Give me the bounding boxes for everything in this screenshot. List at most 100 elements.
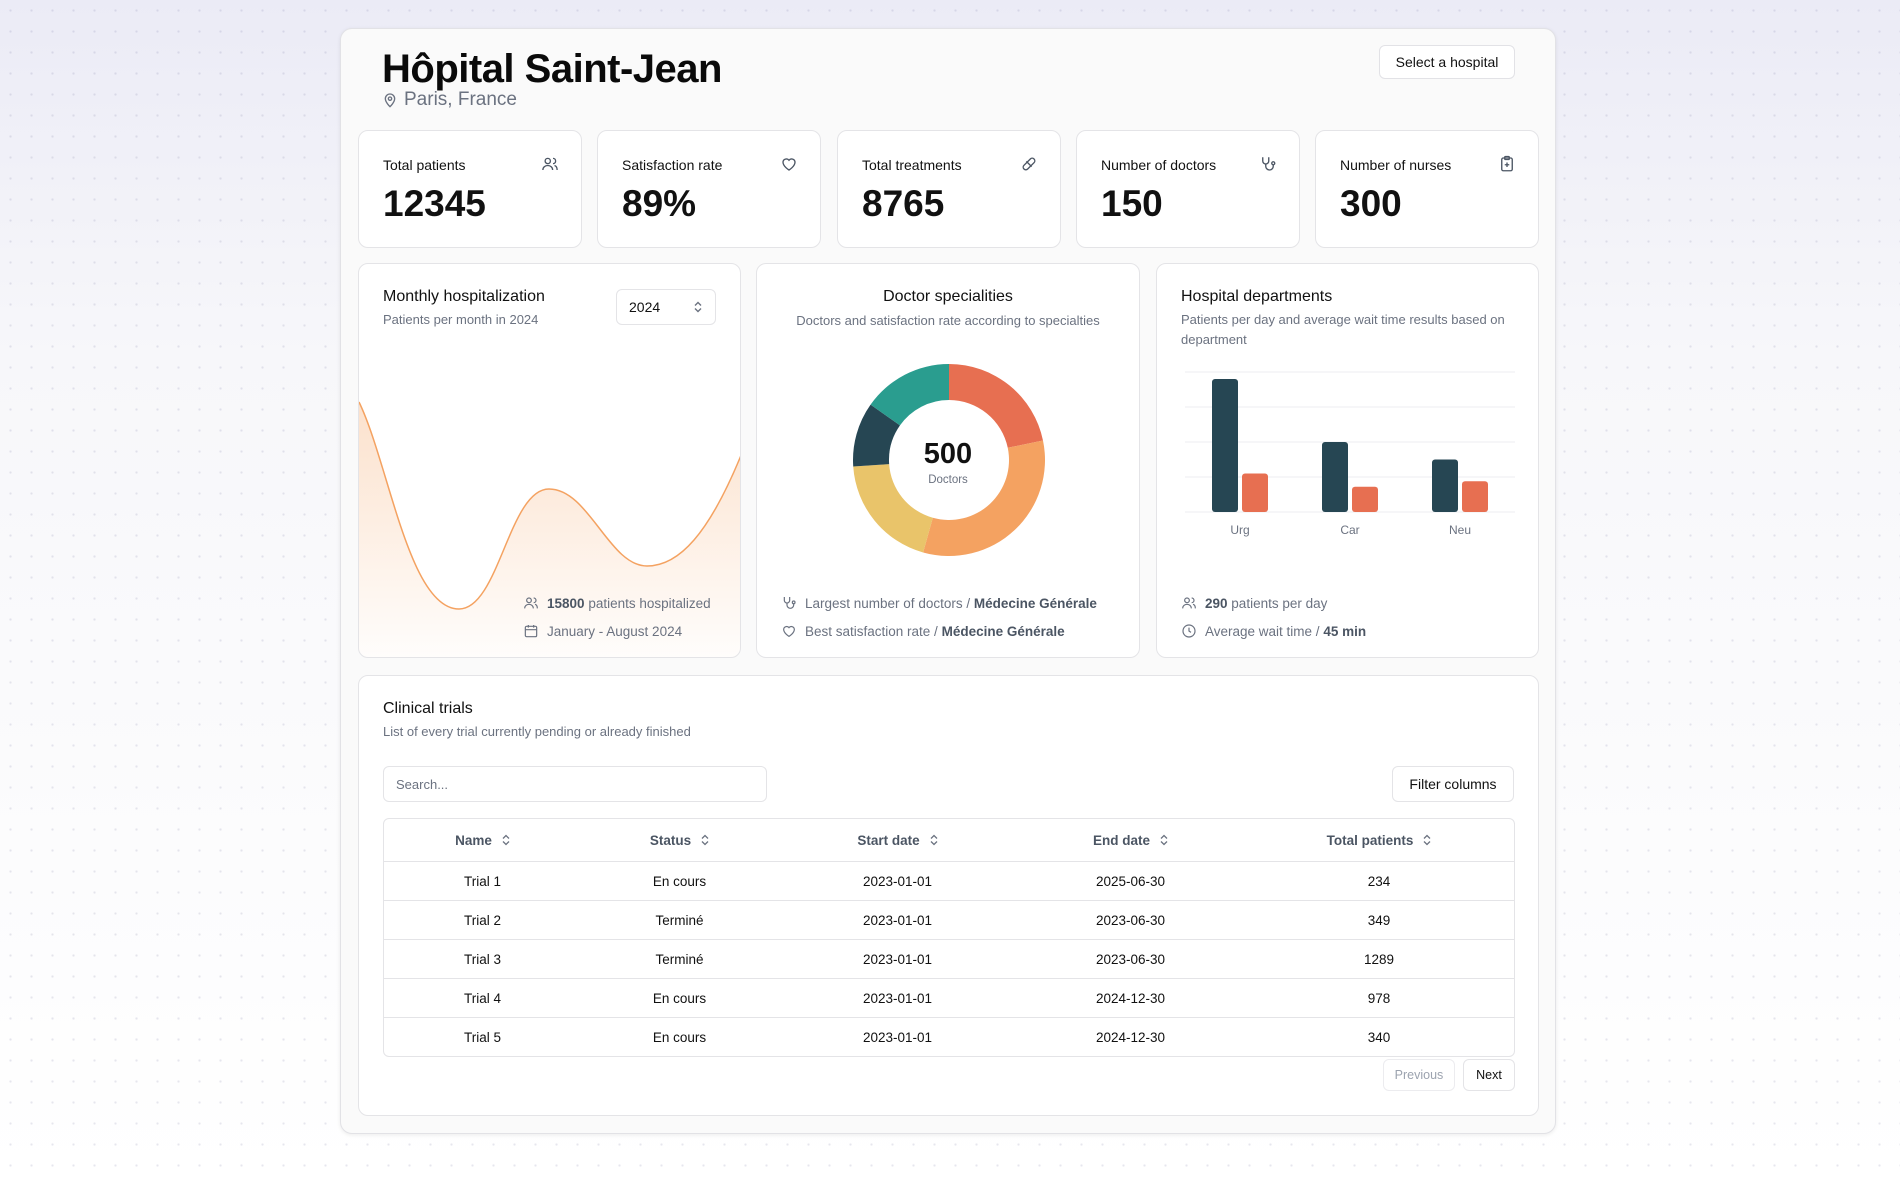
stethoscope-icon <box>783 597 796 609</box>
cell-name: Trial 3 <box>384 940 581 979</box>
cell-name: Trial 5 <box>463 1029 501 1045</box>
next-button[interactable]: Next <box>1463 1059 1515 1091</box>
sort-icon <box>701 834 709 846</box>
column-header-label: End date <box>1092 832 1150 848</box>
donut-slice[interactable] <box>949 364 1043 448</box>
stat-label: Satisfaction rate <box>622 157 723 173</box>
card-title: Hospital departments <box>1181 288 1333 305</box>
sort-icon <box>502 834 510 846</box>
pill-icon <box>1022 157 1036 171</box>
largest-value: Médecine Générale <box>973 595 1097 611</box>
card-title: Clinical trials <box>383 700 473 717</box>
cell-status: En cours <box>581 862 778 901</box>
select-hospital-button[interactable]: Select a hospital <box>1379 45 1515 79</box>
cell-end-date: 2024-12-30 <box>1095 1029 1166 1045</box>
bar[interactable] <box>1242 473 1268 513</box>
stat-label: Total treatments <box>862 157 962 173</box>
best-label: Best satisfaction rate / <box>805 623 938 639</box>
location-text: Paris, France <box>404 89 517 110</box>
cell-total-patients: 340 <box>1367 1029 1391 1045</box>
clock-icon <box>1182 624 1196 638</box>
stat-label: Number of doctors <box>1101 157 1217 173</box>
hospitalization-card: Monthly hospitalization Patients per mon… <box>358 263 741 658</box>
cell-total-patients: 234 <box>1244 862 1514 901</box>
table-row[interactable]: Trial 5 En cours 2023-01-01 2024-12-30 3… <box>384 1018 1514 1056</box>
donut-center-label: Doctors <box>928 474 968 486</box>
hospitalized-summary: 15800 patients hospitalized <box>523 595 711 611</box>
patients-per-day-summary: 290 patients per day <box>1181 595 1327 611</box>
clinical-trials-card: Clinical trials List of every trial curr… <box>358 675 1539 1116</box>
cell-end-date: 2024-12-30 <box>1017 979 1244 1018</box>
stat-value: 150 <box>1101 183 1163 224</box>
heart-icon <box>782 158 796 171</box>
clipboard-icon <box>1501 155 1513 172</box>
cell-start-date: 2023-01-01 <box>778 862 1017 901</box>
sort-icon <box>930 834 938 846</box>
wait-value: 45 min <box>1323 623 1367 639</box>
stat-label: Number of nurses <box>1340 157 1452 173</box>
cell-total-patients: 978 <box>1244 979 1514 1018</box>
largest-label: Largest number of doctors / <box>805 595 971 611</box>
x-tick-label: Car <box>1340 523 1359 537</box>
table-row[interactable]: Trial 2 Terminé 2023-01-01 2023-06-30 34… <box>384 901 1514 940</box>
table-row[interactable]: Trial 3 Terminé 2023-01-01 2023-06-30 12… <box>384 940 1514 979</box>
cell-end-date: 2025-06-30 <box>1017 862 1244 901</box>
card-subtitle: List of every trial currently pending or… <box>383 724 691 739</box>
column-header-status[interactable]: Status <box>581 819 778 862</box>
heart-icon <box>783 625 795 638</box>
departments-card: Hospital departments Patients per day an… <box>1156 263 1539 658</box>
dashboard-container: Hôpital Saint-Jean Paris, France Select … <box>340 28 1556 1134</box>
card-title: Doctor specialities <box>883 288 1013 305</box>
wait-label: Average wait time / <box>1205 623 1320 639</box>
users-icon <box>524 597 538 609</box>
patients-per-day-count: 290 <box>1205 595 1228 611</box>
cell-status: Terminé <box>581 901 778 940</box>
column-header-end-date[interactable]: End date <box>1017 819 1244 862</box>
hospitalized-label: patients hospitalized <box>588 595 711 611</box>
column-header-name[interactable]: Name <box>384 819 581 862</box>
wait-time-summary: Average wait time / 45 min <box>1181 623 1366 639</box>
calendar-icon <box>524 625 538 638</box>
stethoscope-icon <box>1262 157 1276 171</box>
sort-icon <box>1160 834 1168 846</box>
bar[interactable] <box>1322 442 1348 512</box>
stat-card-satisfaction: Satisfaction rate 89% <box>597 130 821 248</box>
donut-center-value: 500 <box>923 438 973 470</box>
departments-bar-chart: Urg Car Neu <box>1185 371 1515 537</box>
cell-start-date: 2023-01-01 <box>778 901 1017 940</box>
stat-value: 12345 <box>383 183 486 224</box>
cell-end-date: 2023-06-30 <box>1017 901 1244 940</box>
table-header-row: Name Status Start date End date Total pa… <box>384 819 1514 862</box>
best-satisfaction-summary: Best satisfaction rate / Médecine Généra… <box>781 623 1065 639</box>
stat-value: 89% <box>622 183 697 224</box>
column-header-total-patients[interactable]: Total patients <box>1244 819 1514 862</box>
stat-value: 300 <box>1340 183 1402 224</box>
cell-start-date: 2023-01-01 <box>778 979 1017 1018</box>
column-header-label: Start date <box>857 832 920 848</box>
largest-doctors-summary: Largest number of doctors / Médecine Gén… <box>781 595 1097 611</box>
cell-status: En cours <box>652 1029 707 1045</box>
table-row[interactable]: Trial 4 En cours 2023-01-01 2024-12-30 9… <box>384 979 1514 1018</box>
cell-start-date: 2023-01-01 <box>862 1029 933 1045</box>
previous-button[interactable]: Previous <box>1383 1059 1455 1091</box>
page-title: Hôpital Saint-Jean <box>382 47 722 91</box>
cell-name: Trial 1 <box>384 862 581 901</box>
cell-status: Terminé <box>581 940 778 979</box>
card-subtitle: Patients per day and average wait time r… <box>1181 312 1505 347</box>
column-header-start-date[interactable]: Start date <box>778 819 1017 862</box>
hospital-location: Paris, France <box>382 89 517 111</box>
search-input[interactable] <box>383 766 767 802</box>
stat-card-doctors: Number of doctors 150 <box>1076 130 1300 248</box>
bar[interactable] <box>1462 481 1488 512</box>
column-header-label: Status <box>649 832 692 848</box>
cell-total-patients: 349 <box>1244 901 1514 940</box>
cell-name: Trial 2 <box>384 901 581 940</box>
bar[interactable] <box>1432 459 1458 513</box>
stat-value: 8765 <box>862 183 945 224</box>
bar[interactable] <box>1212 379 1238 512</box>
table-row[interactable]: Trial 1 En cours 2023-01-01 2025-06-30 2… <box>384 862 1514 901</box>
hospitalized-count: 15800 <box>547 595 585 611</box>
bar[interactable] <box>1352 486 1378 512</box>
filter-columns-button[interactable]: Filter columns <box>1392 766 1514 802</box>
best-value: Médecine Générale <box>941 623 1065 639</box>
